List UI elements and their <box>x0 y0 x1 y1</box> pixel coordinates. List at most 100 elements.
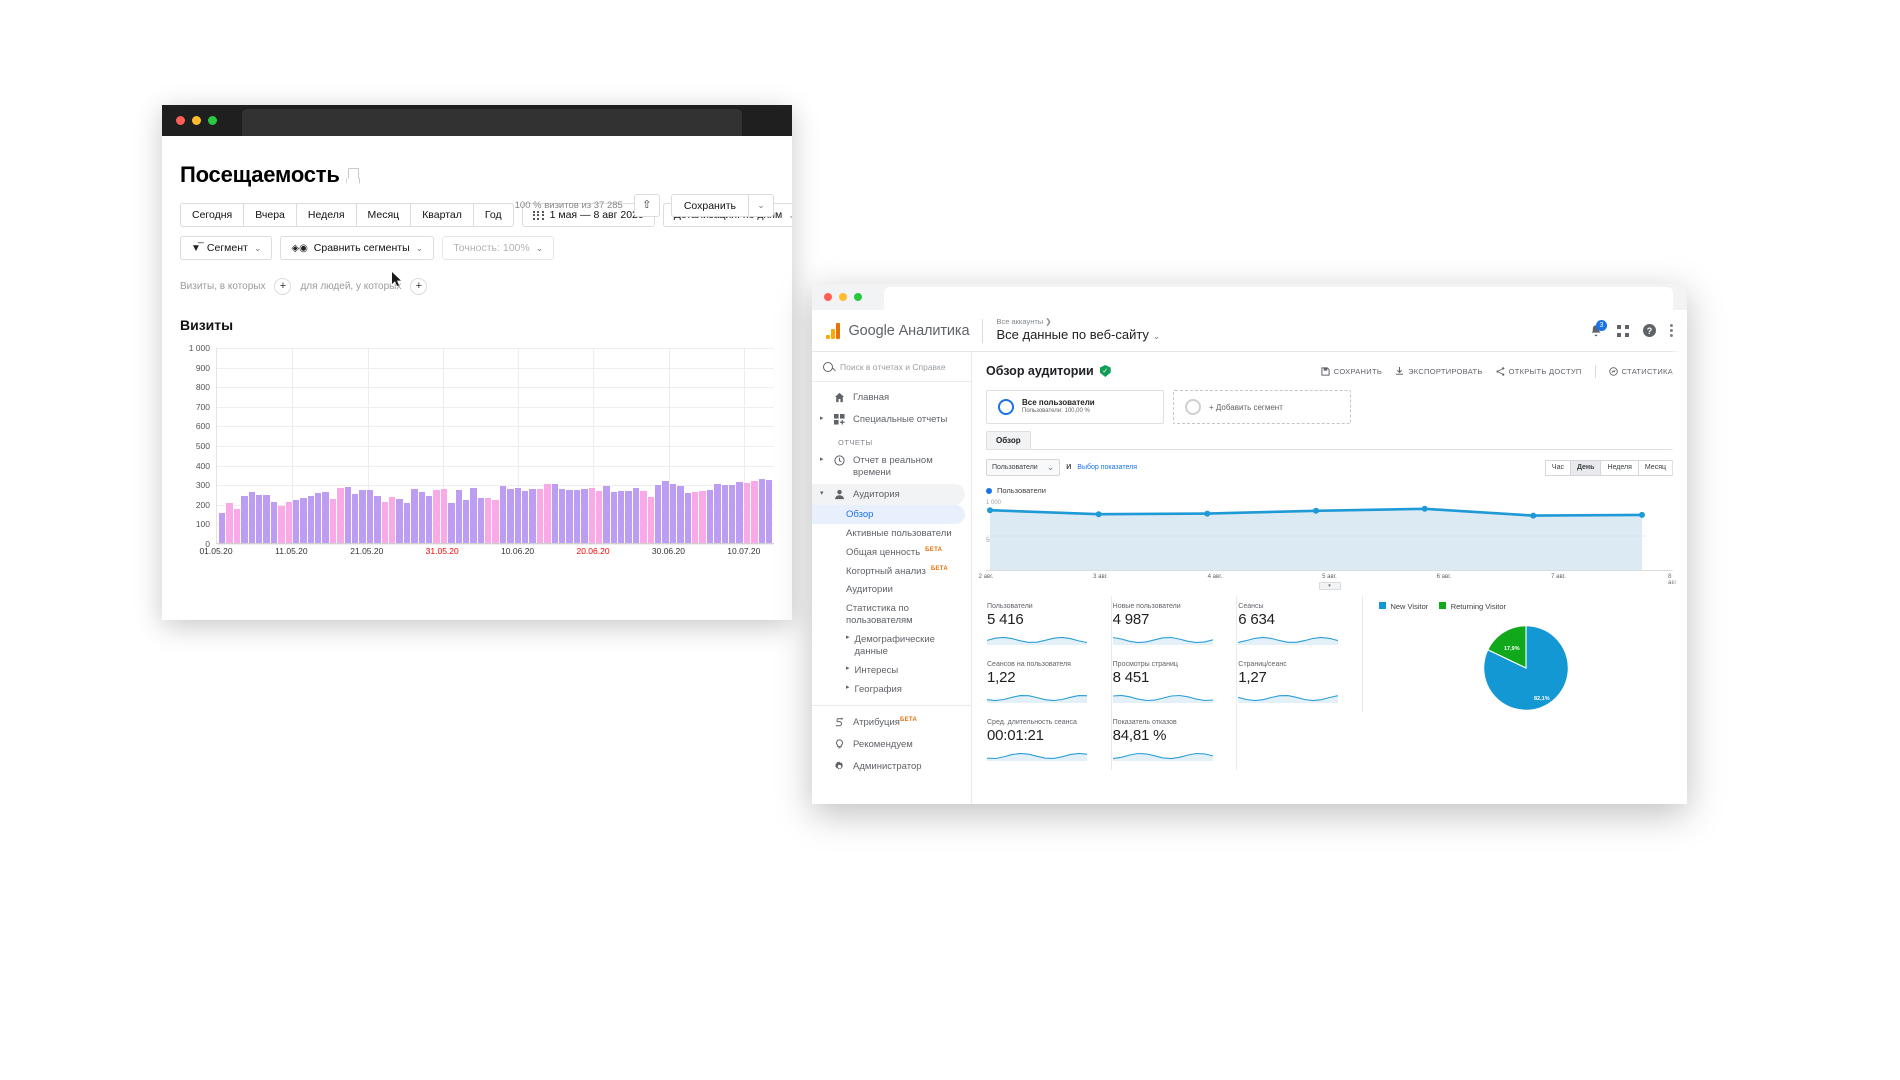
bar[interactable] <box>292 499 300 543</box>
bar[interactable] <box>425 495 433 543</box>
bar[interactable] <box>632 488 640 543</box>
expand-arrow-icon[interactable]: ▸ <box>820 455 826 465</box>
bar[interactable] <box>455 489 462 543</box>
accuracy-dropdown[interactable]: Точность: 100% ⌄ <box>442 236 555 260</box>
bar[interactable] <box>492 499 499 543</box>
bar[interactable] <box>388 497 396 543</box>
bar[interactable] <box>403 502 411 543</box>
bar[interactable] <box>366 489 374 543</box>
bar[interactable] <box>418 491 425 543</box>
bar[interactable] <box>329 498 337 543</box>
metric-card[interactable]: Показатель отказов 84,81 % <box>1112 712 1238 770</box>
bar[interactable] <box>684 492 691 543</box>
bar[interactable] <box>322 492 329 543</box>
period-quarter[interactable]: Квартал <box>411 203 474 227</box>
add-visit-filter-button[interactable]: + <box>274 278 292 295</box>
bar[interactable] <box>544 484 551 543</box>
sidebar-subitem-audiences[interactable]: Аудитории <box>812 581 971 600</box>
add-people-filter-button[interactable]: + <box>410 278 428 295</box>
metric-card[interactable]: Сред. длительность сеанса 00:01:21 <box>986 712 1112 770</box>
export-button[interactable]: ЭКСПОРТИРОВАТЬ <box>1395 366 1483 376</box>
bar[interactable] <box>706 489 714 543</box>
bar[interactable] <box>374 496 381 543</box>
sidebar-subitem-overview[interactable]: Обзор <box>812 505 965 525</box>
bar[interactable] <box>411 489 418 543</box>
bar[interactable] <box>522 491 529 543</box>
compare-segments-dropdown[interactable]: ◈◉ Сравнить сегменты ⌄ <box>280 236 435 260</box>
bar[interactable] <box>233 509 241 543</box>
bar[interactable] <box>352 494 359 543</box>
bar[interactable] <box>669 484 677 543</box>
granularity-day[interactable]: День <box>1570 459 1602 476</box>
bar[interactable] <box>765 479 773 543</box>
notifications-bell-icon[interactable]: 3 <box>1589 319 1607 338</box>
share-icon[interactable]: ⇧ <box>633 194 660 217</box>
bar[interactable] <box>344 486 352 543</box>
save-button[interactable]: Сохранить <box>670 194 749 217</box>
metric-card[interactable]: Просмотры страниц 8 451 <box>1112 654 1238 712</box>
sidebar-item-recommendations[interactable]: Рекомендуем <box>812 734 971 756</box>
bar[interactable] <box>647 496 655 543</box>
bar[interactable] <box>448 502 455 543</box>
expand-arrow-icon[interactable]: ▸ <box>820 414 826 424</box>
more-vertical-icon[interactable] <box>1670 324 1673 337</box>
sidebar-subitem-lifetime-value[interactable]: Общая ценность БЕТА <box>812 543 971 562</box>
expand-arrow-icon[interactable]: ▸ <box>846 634 850 658</box>
insights-button[interactable]: СТАТИСТИКА <box>1608 367 1673 376</box>
bar[interactable] <box>507 488 514 543</box>
sidebar-item-home[interactable]: Главная <box>812 387 971 409</box>
granularity-month[interactable]: Месяц <box>1638 459 1673 476</box>
select-metric-link[interactable]: Выбор показателя <box>1077 464 1137 471</box>
bar[interactable] <box>278 505 285 543</box>
tab-overview[interactable]: Обзор <box>986 431 1031 449</box>
granularity-week[interactable]: Неделя <box>1601 459 1639 476</box>
sidebar-item-audience[interactable]: ▾ Аудитория <box>812 483 965 506</box>
period-yesterday[interactable]: Вчера <box>244 203 297 227</box>
bar[interactable] <box>226 503 233 543</box>
bar[interactable] <box>241 495 248 543</box>
bar[interactable] <box>270 501 278 543</box>
bar[interactable] <box>692 492 699 543</box>
bar[interactable] <box>758 478 765 543</box>
period-month[interactable]: Месяц <box>356 203 412 227</box>
metric-card[interactable]: Страниц/сеанс 1,27 <box>1237 654 1363 712</box>
bar[interactable] <box>248 492 255 543</box>
ga-browser-tabstrip[interactable] <box>884 287 1673 310</box>
browser-tabstrip[interactable] <box>242 109 742 136</box>
bar[interactable] <box>433 489 440 543</box>
sidebar-subitem-active-users[interactable]: Активные пользователи <box>812 524 971 543</box>
bar[interactable] <box>728 485 736 543</box>
bar[interactable] <box>514 488 522 543</box>
sidebar-item-attribution[interactable]: АтрибуцияБЕТА <box>812 712 971 734</box>
bar[interactable] <box>536 488 544 543</box>
sidebar-subitem-geo[interactable]: ▸ География <box>812 680 971 699</box>
apps-grid-icon[interactable] <box>1617 324 1629 337</box>
bar[interactable] <box>588 487 595 543</box>
bar[interactable] <box>655 484 662 543</box>
granularity-hour[interactable]: Час <box>1544 459 1571 476</box>
expand-arrow-icon[interactable]: ▸ <box>846 684 850 696</box>
bar[interactable] <box>337 488 344 543</box>
bar[interactable] <box>603 485 610 543</box>
bar[interactable] <box>440 489 448 543</box>
maximize-button[interactable] <box>208 116 217 125</box>
share-access-button[interactable]: ОТКРЫТЬ ДОСТУП <box>1496 367 1582 376</box>
segment-card-all-users[interactable]: Все пользователи Пользователи: 100,00 % <box>986 390 1164 424</box>
chart-collapse-handle[interactable]: ▾ <box>1318 582 1341 590</box>
bar[interactable] <box>662 480 669 543</box>
bar[interactable] <box>573 490 581 543</box>
bar[interactable] <box>566 489 573 543</box>
metric-card[interactable]: Сеансы 6 634 <box>1237 596 1363 654</box>
bar[interactable] <box>558 489 566 543</box>
bar[interactable] <box>743 482 751 543</box>
sidebar-item-admin[interactable]: Администратор <box>812 756 971 778</box>
bar[interactable] <box>699 490 706 543</box>
bar[interactable] <box>625 490 632 543</box>
collapse-arrow-icon[interactable]: ▾ <box>820 489 826 499</box>
bar[interactable] <box>581 489 588 543</box>
metric-select[interactable]: Пользователи ⌄ <box>986 459 1061 476</box>
bar[interactable] <box>477 497 485 543</box>
bar[interactable] <box>751 481 758 543</box>
sidebar-subitem-demographics[interactable]: ▸ Демографические данные <box>812 631 971 662</box>
bar[interactable] <box>255 494 263 543</box>
